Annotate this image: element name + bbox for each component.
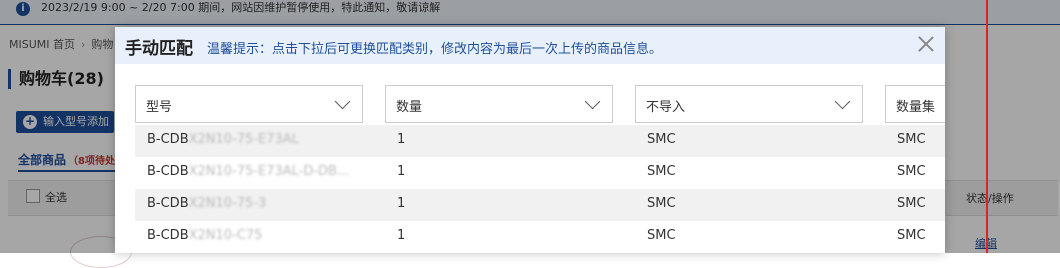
quantity-cell: 1	[397, 132, 406, 147]
col4-cell: SMC	[897, 164, 926, 179]
red-vertical-guide	[986, 0, 988, 253]
table-row: B-CDBX2N10-C75 1 SMC SMC	[135, 221, 945, 253]
quantity-cell: 1	[397, 164, 406, 179]
match-select-import[interactable]: 不导入	[635, 85, 863, 123]
col4-cell: SMC	[897, 228, 926, 243]
match-select-quantity[interactable]: 数量	[385, 85, 613, 123]
match-select-col4-value: 数量集	[896, 100, 936, 115]
dialog-tip: 温馨提示：点击下拉后可更换匹配类别，修改内容为最后一次上传的商品信息。	[207, 42, 663, 57]
import-cell: SMC	[647, 228, 676, 243]
match-select-quantity-value: 数量	[396, 100, 423, 115]
import-cell: SMC	[647, 132, 676, 147]
match-select-model[interactable]: 型号	[135, 85, 363, 123]
model-cell: B-CDBX2N10-75-E73AL	[147, 132, 299, 147]
model-cell: B-CDBX2N10-C75	[147, 228, 263, 243]
dialog-title: 手动匹配	[125, 39, 193, 59]
match-select-model-value: 型号	[146, 100, 173, 115]
quantity-cell: 1	[397, 196, 406, 211]
col4-cell: SMC	[897, 196, 926, 211]
model-cell: B-CDBX2N10-75-3	[147, 196, 267, 211]
chevron-down-icon	[834, 93, 851, 110]
col4-cell: SMC	[897, 132, 926, 147]
quantity-cell: 1	[397, 228, 406, 243]
close-icon[interactable]	[915, 33, 937, 55]
table-row: B-CDBX2N10-75-E73AL 1 SMC SMC	[135, 125, 945, 157]
import-cell: SMC	[647, 196, 676, 211]
manual-match-dialog: 手动匹配 温馨提示：点击下拉后可更换匹配类别，修改内容为最后一次上传的商品信息。…	[115, 27, 945, 253]
dialog-header: 手动匹配 温馨提示：点击下拉后可更换匹配类别，修改内容为最后一次上传的商品信息。	[115, 27, 945, 64]
model-cell: B-CDBX2N10-75-E73AL-D-DB...	[147, 164, 350, 179]
chevron-down-icon	[334, 93, 351, 110]
table-row: B-CDBX2N10-75-3 1 SMC SMC	[135, 189, 945, 221]
table-row: B-CDBX2N10-75-E73AL-D-DB... 1 SMC SMC	[135, 157, 945, 189]
match-select-import-value: 不导入	[646, 100, 686, 115]
match-select-col4[interactable]: 数量集	[885, 85, 945, 123]
import-cell: SMC	[647, 164, 676, 179]
chevron-down-icon	[584, 93, 601, 110]
